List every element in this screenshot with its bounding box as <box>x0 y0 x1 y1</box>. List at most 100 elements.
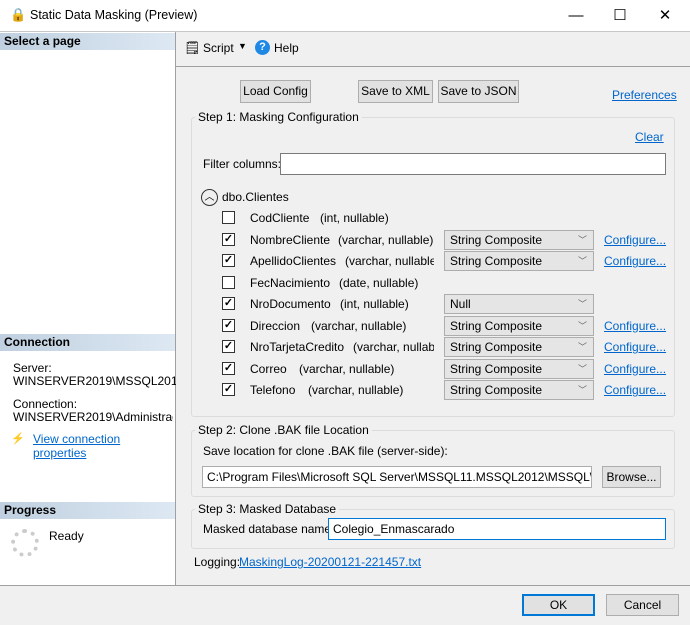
masking-function-value: Null <box>450 297 471 311</box>
column-name: CodCliente <box>250 211 310 225</box>
chevron-down-icon: ﹀ <box>577 385 587 395</box>
browse-button[interactable]: Browse... <box>602 466 661 488</box>
configure-link[interactable]: Configure... <box>604 254 666 268</box>
column-type: (int, nullable) <box>320 211 389 225</box>
configure-link[interactable]: Configure... <box>604 340 666 354</box>
column-name: ApellidoClientes <box>250 254 337 268</box>
column-checkbox[interactable] <box>222 275 235 289</box>
column-checkbox[interactable]: ✓ <box>222 254 235 267</box>
filter-label: Filter columns: <box>203 157 282 171</box>
logging-file-link[interactable]: MaskingLog-20200121-221457.txt <box>239 555 421 569</box>
masking-function-value: String Composite <box>450 254 543 268</box>
toolbar: 🗒 Script ▼ ? Help <box>176 32 690 67</box>
load-config-button[interactable]: Load Config <box>240 80 311 103</box>
column-type: (int, nullable) <box>340 297 409 311</box>
server-label: Server: <box>13 361 52 375</box>
progress-status: Ready <box>49 529 84 543</box>
masking-function-select[interactable]: String Composite ﹀ <box>444 337 594 357</box>
close-button[interactable]: ✕ <box>645 4 685 28</box>
cancel-button[interactable]: Cancel <box>606 594 679 616</box>
logging-label: Logging: <box>194 555 241 569</box>
help-icon[interactable]: ? <box>255 40 270 55</box>
column-name: NombreCliente <box>250 232 331 247</box>
filter-columns-input[interactable] <box>280 153 666 175</box>
plug-icon: ⚡ <box>11 433 25 445</box>
column-type: (varchar, nullable) <box>311 318 407 333</box>
script-icon: 🗒 <box>184 40 201 55</box>
ok-button[interactable]: OK <box>522 594 595 616</box>
step3-label: Step 3: Masked Database <box>195 502 340 516</box>
column-name: Direccion <box>250 318 301 333</box>
masking-function-select[interactable]: Null ﹀ <box>444 294 594 314</box>
masking-function-value: String Composite <box>450 318 543 333</box>
masking-function-select[interactable]: String Composite ﹀ <box>444 358 594 379</box>
column-name: NroDocumento <box>250 297 331 311</box>
chevron-down-icon: ﹀ <box>577 256 587 266</box>
spinner-icon <box>11 529 39 557</box>
column-type: (varchar, nullable) <box>308 383 404 397</box>
bak-path-input[interactable]: C:\Program Files\Microsoft SQL Server\MS… <box>202 466 592 488</box>
save-location-label: Save location for clone .BAK file (serve… <box>203 444 448 458</box>
column-name: Telefono <box>250 383 296 397</box>
chevron-down-icon: ﹀ <box>577 363 587 374</box>
save-json-button[interactable]: Save to JSON <box>438 80 519 103</box>
step1-label: Step 1: Masking Configuration <box>195 110 362 124</box>
masking-function-value: String Composite <box>450 232 543 247</box>
bottom-bar: OK Cancel <box>0 585 690 625</box>
configure-link[interactable]: Configure... <box>604 362 666 376</box>
column-checkbox[interactable]: ✓ <box>222 297 235 310</box>
step2-label: Step 2: Clone .BAK file Location <box>195 423 372 437</box>
maximize-button[interactable]: ☐ <box>600 4 640 28</box>
left-pane: Select a page Connection Server: WINSERV… <box>0 32 184 585</box>
column-type: (varchar, nullable <box>353 340 434 354</box>
column-checkbox[interactable]: ✓ <box>222 232 235 246</box>
column-checkbox[interactable]: ✓ <box>222 361 235 375</box>
server-value: WINSERVER2019\MSSQL2012 <box>13 374 185 388</box>
masking-function-select[interactable]: String Composite ﹀ <box>444 315 594 336</box>
column-name: NroTarjetaCredito <box>250 340 345 354</box>
window-title: Static Data Masking (Preview) <box>30 8 198 22</box>
column-checkbox[interactable] <box>222 211 235 224</box>
progress-header: Progress <box>0 502 175 519</box>
masking-function-select[interactable]: String Composite ﹀ <box>444 229 594 250</box>
masking-function-value: String Composite <box>450 361 543 376</box>
connection-header: Connection <box>0 334 175 351</box>
clear-link[interactable]: Clear <box>635 130 664 144</box>
configure-link[interactable]: Configure... <box>604 233 666 247</box>
collapse-icon[interactable]: ︿ <box>201 189 218 206</box>
preferences-link[interactable]: Preferences <box>612 88 677 102</box>
configure-link[interactable]: Configure... <box>604 319 666 333</box>
column-type: (varchar, nullable) <box>299 361 395 376</box>
masking-function-value: String Composite <box>450 383 543 397</box>
column-type: (date, nullable) <box>339 275 419 290</box>
masking-function-select[interactable]: String Composite ﹀ <box>444 251 594 271</box>
select-page-header: Select a page <box>0 33 175 50</box>
connection-label: Connection: <box>13 397 78 411</box>
column-name: Correo <box>250 361 287 376</box>
column-type: (varchar, nullable) <box>338 232 434 247</box>
column-checkbox[interactable]: ✓ <box>222 383 235 396</box>
column-checkbox[interactable]: ✓ <box>222 340 235 353</box>
help-button[interactable]: Help <box>274 41 299 55</box>
chevron-down-icon: ﹀ <box>577 299 587 309</box>
app-icon: 🔒 <box>10 7 27 22</box>
configure-link[interactable]: Configure... <box>604 383 666 397</box>
table-name: dbo.Clientes <box>222 190 289 204</box>
masked-db-name-input[interactable]: Colegio_Enmascarado <box>328 518 666 540</box>
masked-db-label: Masked database name: <box>203 522 335 536</box>
column-type: (varchar, nullable) <box>345 254 434 268</box>
title-bar: 🔒 Static Data Masking (Preview) — ☐ ✕ <box>0 0 690 32</box>
chevron-down-icon: ﹀ <box>577 320 587 331</box>
column-name: FecNacimiento <box>250 275 331 290</box>
script-button[interactable]: Script <box>203 41 234 55</box>
chevron-down-icon: ﹀ <box>577 234 587 245</box>
chevron-down-icon[interactable]: ▼ <box>238 41 247 51</box>
column-checkbox[interactable]: ✓ <box>222 318 235 332</box>
minimize-button[interactable]: — <box>556 4 596 28</box>
save-xml-button[interactable]: Save to XML <box>358 80 433 103</box>
chevron-down-icon: ﹀ <box>577 342 587 352</box>
connection-value: WINSERVER2019\Administrador <box>13 410 173 424</box>
masking-function-select[interactable]: String Composite ﹀ <box>444 380 594 400</box>
masking-function-value: String Composite <box>450 340 543 354</box>
view-connection-properties-link[interactable]: View connection properties <box>33 432 175 460</box>
